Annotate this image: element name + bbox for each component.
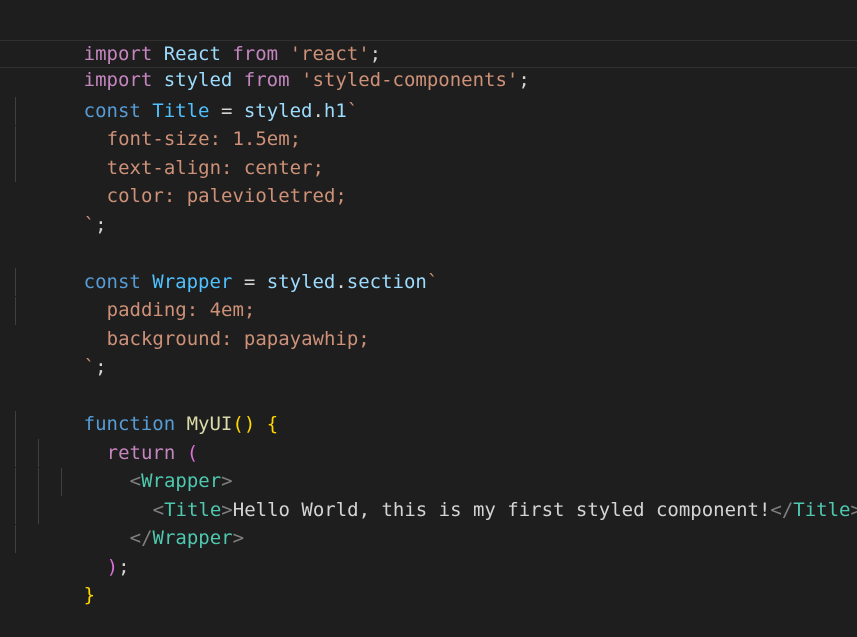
code-line-14[interactable]: function MyUI() { [0,382,857,435]
code-line-20[interactable]: } [0,553,857,606]
indent-guide [15,468,16,496]
code-line-5[interactable]: text-align: center; [0,126,857,179]
indent-guide [15,411,16,439]
code-line-17[interactable]: <Title>Hello World, this is my first sty… [0,468,857,521]
indent-guide [15,268,16,296]
code-line-16[interactable]: <Wrapper> [0,439,857,492]
code-line-3[interactable]: const Title = styled.h1` [0,69,857,122]
indent-guide [38,439,39,467]
code-line-2-current[interactable]: import styled from 'styled-components'; [0,40,857,91]
code-line-4[interactable]: font-size: 1.5em; [0,97,857,150]
code-line-19[interactable]: ); [0,525,857,578]
indent-guide [15,525,16,553]
indent-guide [38,468,39,496]
code-line-12[interactable]: `; [0,325,857,378]
code-line-7[interactable]: `; [0,183,857,236]
code-line-10[interactable]: padding: 4em; [0,268,857,321]
indent-guide [15,297,16,325]
indent-guide [15,126,16,154]
code-line-15[interactable]: return ( [0,411,857,464]
code-line-11[interactable]: background: papayawhip; [0,297,857,350]
indent-guide [15,154,16,182]
code-line-8-empty[interactable] [0,211,857,239]
indent-guide [15,496,16,524]
indent-guide [38,496,39,524]
indent-guide [61,468,62,496]
code-editor[interactable]: import React from 'react'; import styled… [0,0,857,606]
indent-guide [15,97,16,125]
code-line-1[interactable]: import React from 'react'; [0,12,857,65]
code-line-18[interactable]: </Wrapper> [0,496,857,549]
code-line-9[interactable]: const Wrapper = styled.section` [0,240,857,293]
close-brace: } [83,584,96,606]
indent-guide [15,439,16,467]
code-line-6[interactable]: color: palevioletred; [0,154,857,207]
code-line-13-empty[interactable] [0,354,857,382]
